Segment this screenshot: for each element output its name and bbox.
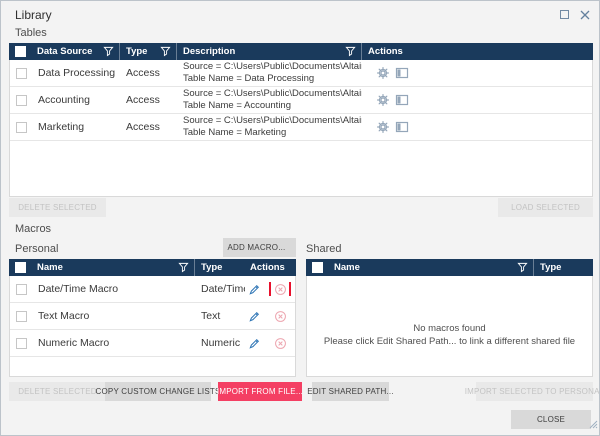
- tables-table: Data Source Type Description Actions: [9, 43, 593, 197]
- macros-section-label: Macros: [15, 223, 51, 235]
- column-header-description: Description: [183, 46, 235, 57]
- shared-label: Shared: [306, 243, 341, 255]
- personal-macros-table: Name Type Actions Date/Time Macro Date/T…: [9, 259, 296, 377]
- filter-icon[interactable]: [158, 45, 172, 59]
- add-macro-button[interactable]: ADD MACRO...: [223, 238, 296, 257]
- description-line2: Table Name = Accounting: [183, 100, 358, 112]
- empty-state-line1: No macros found: [307, 322, 592, 335]
- data-source-name: Data Processing: [32, 67, 120, 79]
- macro-name: Text Macro: [32, 310, 195, 322]
- data-source-name: Accounting: [32, 94, 120, 106]
- description-line2: Table Name = Data Processing: [183, 73, 358, 85]
- filter-icon[interactable]: [343, 45, 357, 59]
- delete-macro-icon[interactable]: [273, 309, 287, 323]
- data-source-type: Access: [120, 121, 177, 133]
- edit-macro-icon[interactable]: [247, 282, 261, 296]
- highlight-annotation: [269, 282, 291, 296]
- macro-type: Date/Time: [195, 283, 245, 295]
- select-all-checkbox[interactable]: [312, 262, 323, 273]
- macro-row[interactable]: Date/Time Macro Date/Time: [10, 276, 295, 303]
- open-table-icon[interactable]: [395, 120, 409, 134]
- select-all-checkbox[interactable]: [15, 262, 26, 273]
- edit-shared-path-button[interactable]: EDIT SHARED PATH...: [312, 382, 389, 401]
- personal-table-body: Date/Time Macro Date/Time Text Macro Tex…: [9, 276, 296, 377]
- filter-icon[interactable]: [515, 261, 529, 275]
- row-checkbox[interactable]: [16, 284, 27, 295]
- description-line1: Source = C:\Users\Public\Documents\Altai…: [183, 115, 358, 127]
- row-checkbox[interactable]: [16, 311, 27, 322]
- shared-table-body: No macros found Please click Edit Shared…: [306, 276, 593, 377]
- tables-table-body: Data Processing Access Source = C:\Users…: [9, 60, 593, 197]
- delete-macro-icon[interactable]: [273, 336, 287, 350]
- tables-section-label: Tables: [15, 27, 47, 39]
- row-checkbox[interactable]: [16, 122, 27, 133]
- edit-macro-icon[interactable]: [247, 336, 261, 350]
- shared-table-header: Name Type: [306, 259, 593, 276]
- copy-custom-change-lists-button[interactable]: COPY CUSTOM CHANGE LISTS: [105, 382, 211, 401]
- gear-icon[interactable]: [376, 66, 390, 80]
- delete-selected-tables-button[interactable]: DELETE SELECTED: [9, 198, 106, 217]
- table-row[interactable]: Marketing Access Source = C:\Users\Publi…: [10, 114, 592, 141]
- import-from-file-button[interactable]: IMPORT FROM FILE...: [218, 382, 302, 401]
- table-row[interactable]: Accounting Access Source = C:\Users\Publ…: [10, 87, 592, 114]
- row-checkbox[interactable]: [16, 68, 27, 79]
- open-table-icon[interactable]: [395, 66, 409, 80]
- empty-state-message: No macros found Please click Edit Shared…: [307, 322, 592, 348]
- description-line2: Table Name = Marketing: [183, 127, 358, 139]
- gear-icon[interactable]: [376, 120, 390, 134]
- tables-table-header: Data Source Type Description Actions: [9, 43, 593, 60]
- page-title: Library: [15, 8, 52, 22]
- macro-row[interactable]: Text Macro Text: [10, 303, 295, 330]
- row-checkbox[interactable]: [16, 95, 27, 106]
- library-dialog: Library Tables Data Source Type Descript…: [0, 0, 600, 436]
- delete-macro-icon[interactable]: [273, 282, 287, 296]
- column-header-name: Name: [37, 262, 63, 273]
- edit-macro-icon[interactable]: [247, 309, 261, 323]
- description-line1: Source = C:\Users\Public\Documents\Altai…: [183, 61, 358, 73]
- macro-row[interactable]: Numeric Macro Numeric: [10, 330, 295, 357]
- resize-grip[interactable]: [589, 416, 598, 434]
- shared-macros-table: Name Type No macros found Please click E…: [306, 259, 593, 377]
- delete-selected-macros-button[interactable]: DELETE SELECTED: [9, 382, 106, 401]
- maximize-icon[interactable]: [560, 10, 569, 19]
- data-source-name: Marketing: [32, 121, 120, 133]
- table-row[interactable]: Data Processing Access Source = C:\Users…: [10, 60, 592, 87]
- row-checkbox[interactable]: [16, 338, 27, 349]
- select-all-checkbox[interactable]: [15, 46, 26, 57]
- open-table-icon[interactable]: [395, 93, 409, 107]
- column-header-type: Type: [126, 46, 147, 57]
- filter-icon[interactable]: [101, 45, 115, 59]
- column-header-actions: Actions: [368, 46, 403, 57]
- filter-icon[interactable]: [176, 261, 190, 275]
- macro-type: Numeric: [195, 337, 245, 349]
- personal-table-header: Name Type Actions: [9, 259, 296, 276]
- macro-name: Numeric Macro: [32, 337, 195, 349]
- import-selected-to-personal-button[interactable]: IMPORT SELECTED TO PERSONAL: [476, 382, 593, 401]
- column-header-data-source: Data Source: [37, 46, 92, 57]
- load-selected-button[interactable]: LOAD SELECTED: [498, 198, 593, 217]
- personal-label: Personal: [15, 243, 58, 255]
- close-button[interactable]: CLOSE: [511, 410, 591, 429]
- description-line1: Source = C:\Users\Public\Documents\Altai…: [183, 88, 358, 100]
- column-header-name: Name: [334, 262, 360, 273]
- column-header-actions: Actions: [250, 262, 285, 273]
- data-source-type: Access: [120, 94, 177, 106]
- macro-type: Text: [195, 310, 245, 322]
- close-icon[interactable]: [579, 9, 591, 21]
- column-header-type: Type: [201, 262, 222, 273]
- empty-state-line2: Please click Edit Shared Path... to link…: [307, 335, 592, 348]
- data-source-type: Access: [120, 67, 177, 79]
- macro-name: Date/Time Macro: [32, 283, 195, 295]
- column-header-type: Type: [540, 262, 561, 273]
- gear-icon[interactable]: [376, 93, 390, 107]
